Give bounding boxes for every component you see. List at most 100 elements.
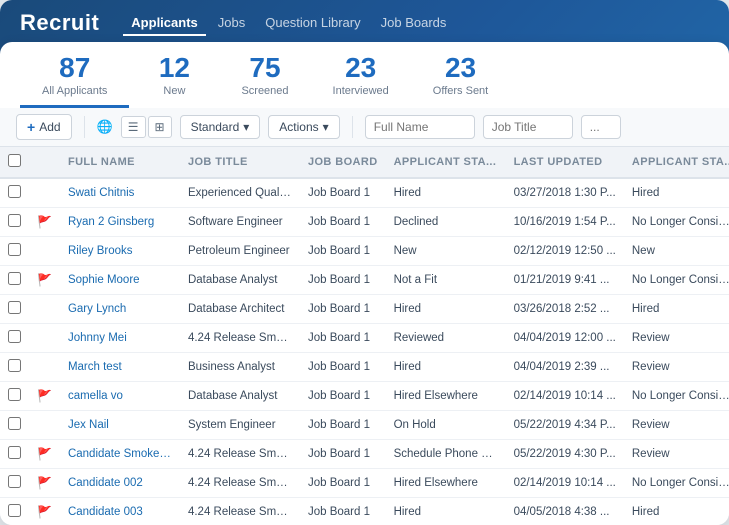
row-jobboard: Job Board 1 bbox=[300, 498, 386, 525]
row-flag-cell bbox=[29, 411, 60, 440]
row-checkbox[interactable] bbox=[8, 417, 21, 430]
row-fullname[interactable]: Candidate 002 bbox=[60, 469, 180, 498]
row-fullname[interactable]: Johnny Mei bbox=[60, 324, 180, 353]
row-jobboard: Job Board 1 bbox=[300, 382, 386, 411]
header-fullname[interactable]: FULL NAME bbox=[60, 147, 180, 178]
row-fullname[interactable]: Swati Chitnis bbox=[60, 178, 180, 208]
header-jobtitle[interactable]: JOB TITLE bbox=[180, 147, 300, 178]
row-checkbox[interactable] bbox=[8, 330, 21, 343]
nav-tab-applicants[interactable]: Applicants bbox=[123, 11, 205, 36]
row-fullname[interactable]: Candidate 003 bbox=[60, 498, 180, 525]
header-appstatus1[interactable]: APPLICANT STA... bbox=[386, 147, 506, 178]
stat-all-applicants[interactable]: 87 All Applicants bbox=[20, 42, 129, 108]
row-jobtitle: 4.24 Release Smoke... bbox=[180, 440, 300, 469]
row-checkbox-cell bbox=[0, 237, 29, 266]
add-button[interactable]: + Add bbox=[16, 114, 72, 140]
stat-offers-sent[interactable]: 23 Offers Sent bbox=[411, 42, 510, 108]
header-jobboard[interactable]: JOB BOARD bbox=[300, 147, 386, 178]
flag-icon: 🚩 bbox=[37, 505, 52, 519]
row-checkbox-cell bbox=[0, 440, 29, 469]
row-checkbox-cell bbox=[0, 208, 29, 237]
row-checkbox-cell bbox=[0, 469, 29, 498]
row-checkbox-cell bbox=[0, 498, 29, 525]
extra-search-input[interactable] bbox=[581, 115, 621, 139]
row-fullname[interactable]: Gary Lynch bbox=[60, 295, 180, 324]
row-flag-cell: 🚩 bbox=[29, 382, 60, 411]
row-checkbox-cell bbox=[0, 353, 29, 382]
stat-screened[interactable]: 75 Screened bbox=[219, 42, 310, 108]
header: Recruit Applicants Jobs Question Library… bbox=[0, 0, 729, 108]
row-jobtitle: 4.24 Release Smoke... bbox=[180, 469, 300, 498]
nav-tab-job-boards[interactable]: Job Boards bbox=[373, 11, 455, 36]
row-checkbox[interactable] bbox=[8, 301, 21, 314]
row-checkbox[interactable] bbox=[8, 185, 21, 198]
row-appstatus2: Hired bbox=[624, 498, 729, 525]
row-jobtitle: Software Engineer bbox=[180, 208, 300, 237]
table-row: March test Business Analyst Job Board 1 … bbox=[0, 353, 729, 382]
header-appstatus2[interactable]: APPLICANT STA... bbox=[624, 147, 729, 178]
select-all-checkbox[interactable] bbox=[8, 154, 21, 167]
row-fullname[interactable]: Ryan 2 Ginsberg bbox=[60, 208, 180, 237]
row-jobboard: Job Board 1 bbox=[300, 353, 386, 382]
row-appstatus1: Hired Elsewhere bbox=[386, 382, 506, 411]
nav-tabs: Applicants Jobs Question Library Job Boa… bbox=[123, 11, 454, 36]
row-checkbox[interactable] bbox=[8, 475, 21, 488]
app-container: Recruit Applicants Jobs Question Library… bbox=[0, 0, 729, 525]
actions-label: Actions bbox=[279, 120, 318, 134]
row-appstatus1: Hired bbox=[386, 353, 506, 382]
standard-label: Standard bbox=[191, 120, 240, 134]
row-checkbox[interactable] bbox=[8, 446, 21, 459]
stat-number-offers: 23 bbox=[445, 54, 476, 82]
standard-button[interactable]: Standard ▾ bbox=[180, 115, 261, 139]
row-jobtitle: Database Analyst bbox=[180, 266, 300, 295]
table-row: Riley Brooks Petroleum Engineer Job Boar… bbox=[0, 237, 729, 266]
flag-icon: 🚩 bbox=[37, 215, 52, 229]
table-row: 🚩 Ryan 2 Ginsberg Software Engineer Job … bbox=[0, 208, 729, 237]
nav-tab-question-library[interactable]: Question Library bbox=[257, 11, 368, 36]
globe-icon: 🌐 bbox=[97, 119, 113, 135]
table-row: 🚩 Candidate 002 4.24 Release Smoke... Jo… bbox=[0, 469, 729, 498]
stat-number-new: 12 bbox=[159, 54, 190, 82]
stat-interviewed[interactable]: 23 Interviewed bbox=[311, 42, 411, 108]
actions-button[interactable]: Actions ▾ bbox=[268, 115, 339, 139]
list-view-button[interactable]: ☰ bbox=[121, 116, 146, 138]
stat-number-interviewed: 23 bbox=[345, 54, 376, 82]
row-fullname[interactable]: Riley Brooks bbox=[60, 237, 180, 266]
row-fullname[interactable]: Jex Nail bbox=[60, 411, 180, 440]
header-checkbox-cell bbox=[0, 147, 29, 178]
stat-label-new: New bbox=[163, 85, 185, 97]
row-checkbox[interactable] bbox=[8, 243, 21, 256]
row-lastupdated: 04/05/2018 4:38 ... bbox=[506, 498, 624, 525]
header-lastupdated[interactable]: LAST UPDATED bbox=[506, 147, 624, 178]
row-checkbox[interactable] bbox=[8, 504, 21, 517]
row-fullname[interactable]: camella vo bbox=[60, 382, 180, 411]
row-lastupdated: 02/14/2019 10:14 ... bbox=[506, 469, 624, 498]
stat-new[interactable]: 12 New bbox=[129, 42, 219, 108]
toolbar: + Add 🌐 ☰ ⊞ Standard ▾ Actions ▾ bbox=[0, 108, 729, 147]
fullname-search-input[interactable] bbox=[365, 115, 475, 139]
row-fullname[interactable]: March test bbox=[60, 353, 180, 382]
row-fullname[interactable]: Candidate SmokeTe... bbox=[60, 440, 180, 469]
nav-tab-jobs[interactable]: Jobs bbox=[210, 11, 253, 36]
row-checkbox-cell bbox=[0, 178, 29, 208]
stat-label-all: All Applicants bbox=[42, 85, 107, 97]
row-checkbox-cell bbox=[0, 382, 29, 411]
row-jobtitle: Database Analyst bbox=[180, 382, 300, 411]
row-fullname[interactable]: Sophie Moore bbox=[60, 266, 180, 295]
row-jobboard: Job Board 1 bbox=[300, 178, 386, 208]
row-jobtitle: Database Architect bbox=[180, 295, 300, 324]
row-jobboard: Job Board 1 bbox=[300, 469, 386, 498]
row-checkbox[interactable] bbox=[8, 359, 21, 372]
row-checkbox[interactable] bbox=[8, 214, 21, 227]
add-label: Add bbox=[39, 120, 60, 134]
row-jobboard: Job Board 1 bbox=[300, 266, 386, 295]
row-lastupdated: 02/14/2019 10:14 ... bbox=[506, 382, 624, 411]
row-lastupdated: 03/26/2018 2:52 ... bbox=[506, 295, 624, 324]
row-appstatus1: Not a Fit bbox=[386, 266, 506, 295]
row-checkbox[interactable] bbox=[8, 272, 21, 285]
table-row: 🚩 Sophie Moore Database Analyst Job Boar… bbox=[0, 266, 729, 295]
flag-icon: 🚩 bbox=[37, 476, 52, 490]
row-checkbox[interactable] bbox=[8, 388, 21, 401]
jobtitle-search-input[interactable] bbox=[483, 115, 573, 139]
grid-view-button[interactable]: ⊞ bbox=[148, 116, 172, 138]
